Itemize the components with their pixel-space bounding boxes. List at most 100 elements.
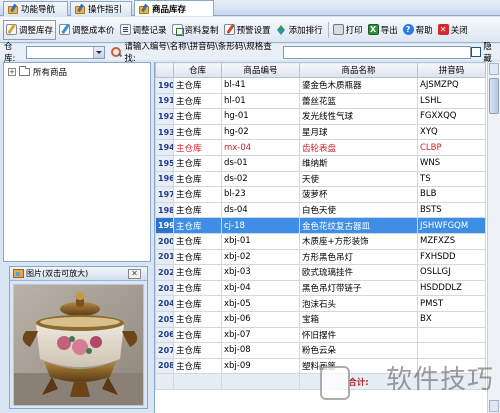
name-cell[interactable]: 星月球 [299, 123, 418, 141]
name-cell[interactable]: 鎏金色木质瓶器 [299, 77, 418, 94]
row-number-cell[interactable]: 207 [155, 342, 174, 359]
warehouse-cell[interactable]: 主仓库 [173, 92, 222, 110]
warehouse-cell[interactable]: 主仓库 [173, 326, 222, 344]
code-cell[interactable]: ds-04 [221, 201, 300, 219]
row-number-cell[interactable]: 199 [155, 217, 174, 234]
table-row[interactable]: 195 主仓库 ds-01 维纳斯 WNS [155, 154, 486, 172]
pinyin-cell[interactable]: FXHSDD [417, 248, 486, 266]
table-row[interactable]: 206 主仓库 xbj-07 怀旧摆件 [155, 326, 486, 344]
row-number-cell[interactable]: 203 [155, 279, 174, 297]
chevron-down-icon[interactable] [92, 46, 104, 58]
name-cell[interactable]: 黑色吊灯带链子 [299, 279, 418, 297]
code-cell[interactable]: bl-41 [221, 77, 300, 94]
code-cell[interactable]: xbj-08 [221, 342, 300, 359]
row-number-cell[interactable]: 206 [155, 326, 174, 344]
row-number-cell[interactable]: 190 [155, 77, 174, 94]
pinyin-cell[interactable]: OSLLGJ [417, 264, 486, 281]
name-cell[interactable]: 粉色云朵 [299, 342, 418, 359]
table-row[interactable]: 199 主仓库 cj-18 金色花纹复古器皿 JSHWFGQM [155, 217, 486, 234]
code-cell[interactable]: xbj-01 [221, 232, 300, 250]
row-number-cell[interactable]: 196 [155, 170, 174, 188]
name-cell[interactable]: 木质座+方形装饰 [299, 232, 418, 250]
pinyin-cell[interactable]: FGXXQQ [417, 108, 486, 125]
name-cell[interactable]: 泡沫石头 [299, 295, 418, 312]
search-input[interactable] [282, 45, 472, 59]
tab-product-stock[interactable]: 商品库存 [134, 0, 214, 16]
code-cell[interactable]: xbj-07 [221, 326, 300, 344]
close-icon[interactable]: ✕ [128, 268, 141, 279]
name-cell[interactable]: 宝箱 [299, 310, 418, 328]
table-row[interactable]: 193 主仓库 hg-02 星月球 XYQ [155, 123, 486, 141]
row-number-cell[interactable]: 191 [155, 92, 174, 110]
adjust-records-button[interactable]: 调整记录 [118, 20, 169, 40]
warehouse-cell[interactable]: 主仓库 [173, 357, 222, 375]
row-number-cell[interactable]: 192 [155, 108, 174, 125]
pinyin-cell[interactable]: JSHWFGQM [417, 217, 486, 234]
row-number-cell[interactable]: 201 [155, 248, 174, 266]
warehouse-cell[interactable]: 主仓库 [173, 295, 222, 312]
warehouse-cell[interactable]: 主仓库 [173, 310, 222, 328]
warehouse-cell[interactable]: 主仓库 [173, 77, 222, 94]
name-cell[interactable]: 白色天使 [299, 201, 418, 219]
tab-operation-guide[interactable]: 操作指引 [70, 1, 132, 16]
column-header-index[interactable] [155, 62, 174, 78]
adjust-stock-button[interactable]: 调整库存 [3, 19, 57, 40]
warehouse-cell[interactable]: 主仓库 [173, 279, 222, 297]
warehouse-cell[interactable]: 主仓库 [173, 264, 222, 281]
row-number-cell[interactable]: 197 [155, 186, 174, 203]
pinyin-cell[interactable]: HSDDDLZ [417, 279, 486, 297]
name-cell[interactable]: 金色花纹复古器皿 [299, 217, 418, 234]
copy-data-button[interactable]: 资料复制 [170, 20, 221, 40]
code-cell[interactable]: hg-02 [221, 123, 300, 141]
close-button[interactable]: ✕ 关闭 [436, 20, 470, 40]
warehouse-cell[interactable]: 主仓库 [173, 154, 222, 172]
table-row[interactable]: 190 主仓库 bl-41 鎏金色木质瓶器 AJSMZPQ [155, 77, 486, 94]
column-header-pinyin[interactable]: 拼音码 [417, 62, 486, 78]
code-cell[interactable]: xbj-02 [221, 248, 300, 266]
hide-checkbox[interactable]: 隐藏 [471, 40, 500, 64]
table-row[interactable]: 200 主仓库 xbj-01 木质座+方形装饰 MZFXZS [155, 232, 486, 250]
pinyin-cell[interactable]: XYQ [417, 123, 486, 141]
table-row[interactable]: 201 主仓库 xbj-02 方形黑色吊灯 FXHSDD [155, 248, 486, 266]
table-row[interactable]: 194 主仓库 mx-04 齿轮表盘 CLBP [155, 139, 486, 156]
column-header-name[interactable]: 商品名称 [299, 62, 418, 78]
row-number-cell[interactable]: 205 [155, 310, 174, 328]
code-cell[interactable]: xbj-09 [221, 357, 300, 375]
pinyin-cell[interactable]: BX [417, 310, 486, 328]
adjust-cost-button[interactable]: 调整成本价 [57, 20, 117, 40]
expand-icon[interactable]: + [8, 68, 16, 76]
column-header-code[interactable]: 商品编号 [221, 62, 300, 78]
code-cell[interactable]: xbj-04 [221, 279, 300, 297]
warehouse-cell[interactable]: 主仓库 [173, 232, 222, 250]
name-cell[interactable]: 天使 [299, 170, 418, 188]
scroll-down-button[interactable] [489, 400, 499, 412]
tree-node-all-products[interactable]: + 所有商品 [8, 66, 146, 78]
pinyin-cell[interactable]: WNS [417, 154, 486, 172]
warehouse-cell[interactable]: 主仓库 [173, 108, 222, 125]
table-row[interactable]: 204 主仓库 xbj-05 泡沫石头 PMST [155, 295, 486, 312]
warehouse-cell[interactable]: 主仓库 [173, 170, 222, 188]
pinyin-cell[interactable]: AJSMZPQ [417, 77, 486, 94]
scroll-up-button[interactable] [489, 63, 499, 75]
row-number-cell[interactable]: 200 [155, 232, 174, 250]
code-cell[interactable]: mx-04 [221, 139, 300, 156]
table-row[interactable]: 205 主仓库 xbj-06 宝箱 BX [155, 310, 486, 328]
code-cell[interactable]: xbj-03 [221, 264, 300, 281]
pinyin-cell[interactable]: MZFXZS [417, 232, 486, 250]
name-cell[interactable]: 蕾丝花篮 [299, 92, 418, 110]
pinyin-cell[interactable]: LSHL [417, 92, 486, 110]
code-cell[interactable]: cj-18 [221, 217, 300, 234]
export-button[interactable]: X 导出 [366, 20, 400, 40]
warehouse-cell[interactable]: 主仓库 [173, 139, 222, 156]
name-cell[interactable]: 齿轮表盘 [299, 139, 418, 156]
help-button[interactable]: ? 帮助 [401, 20, 435, 40]
scrollbar-thumb[interactable] [489, 78, 499, 114]
row-number-cell[interactable]: 194 [155, 139, 174, 156]
pinyin-cell[interactable] [417, 342, 486, 359]
code-cell[interactable]: bl-23 [221, 186, 300, 203]
warehouse-cell[interactable]: 主仓库 [173, 217, 222, 234]
pinyin-cell[interactable]: PMST [417, 295, 486, 312]
row-number-cell[interactable]: 208 [155, 357, 174, 375]
name-cell[interactable]: 发光线性气球 [299, 108, 418, 125]
code-cell[interactable]: ds-02 [221, 170, 300, 188]
